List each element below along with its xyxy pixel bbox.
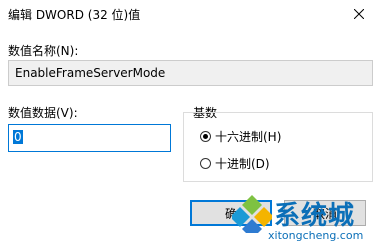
value-name-field: EnableFrameServerMode	[8, 60, 373, 86]
value-data-input[interactable]: 0	[8, 124, 171, 152]
watermark-url: xitongcheng.com	[268, 229, 364, 242]
close-icon	[354, 9, 364, 19]
window-title: 编辑 DWORD (32 位)值	[8, 8, 141, 22]
close-button[interactable]	[337, 0, 381, 28]
title-bar: 编辑 DWORD (32 位)值	[0, 0, 381, 28]
value-name-label: 数值名称(N):	[8, 44, 79, 58]
watermark-text: 系统城	[274, 201, 356, 231]
watermark-logo-icon	[232, 195, 272, 233]
radio-hex-label: 十六进制(H)	[215, 130, 282, 144]
radio-hex-indicator[interactable]	[200, 131, 211, 142]
radio-dec-label: 十进制(D)	[215, 157, 270, 171]
value-name-text: EnableFrameServerMode	[15, 66, 166, 80]
radio-hex[interactable]: 十六进制(H)	[200, 128, 281, 145]
value-data-label: 数值数据(V):	[8, 106, 78, 120]
radio-dec-indicator[interactable]	[200, 158, 211, 169]
radio-dec[interactable]: 十进制(D)	[200, 155, 270, 172]
value-data-text: 0	[13, 130, 23, 144]
watermark: 系统城 xitongcheng.com	[230, 193, 381, 247]
